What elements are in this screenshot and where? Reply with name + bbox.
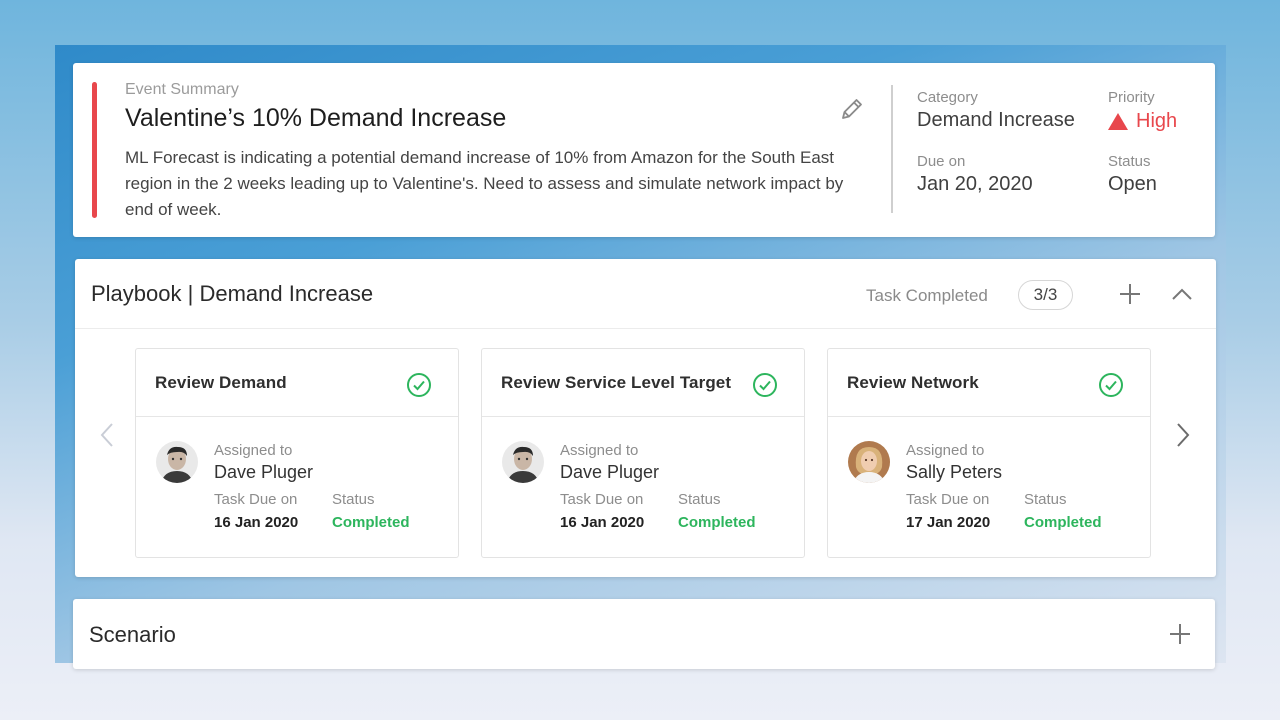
event-description: ML Forecast is indicating a potential de… xyxy=(125,148,844,219)
task-due-value: 17 Jan 2020 xyxy=(906,514,991,531)
plus-icon[interactable] xyxy=(1166,620,1194,648)
priority-label: Priority xyxy=(1108,89,1155,106)
event-summary-label: Event Summary xyxy=(125,81,239,98)
event-summary-card: Event Summary Valentine’s 10% Demand Inc… xyxy=(73,63,1215,237)
task-due-label: Task Due on xyxy=(906,491,990,508)
priority-value: High xyxy=(1108,110,1177,133)
task-title: Review Service Level Target xyxy=(501,373,732,392)
task-status-value: Completed xyxy=(678,514,756,531)
task-card-header: Review Demand xyxy=(136,349,458,417)
assignee-name: Dave Pluger xyxy=(214,462,314,482)
task-title: Review Network xyxy=(847,373,979,392)
assigned-to-label: Assigned to xyxy=(214,442,293,459)
task-card-review-network[interactable]: Review Network Assigned to Sally Peters … xyxy=(827,348,1151,558)
task-card-review-demand[interactable]: Review Demand Assigned to Dave Pluger Ta… xyxy=(135,348,459,558)
task-due-label: Task Due on xyxy=(214,491,298,508)
avatar xyxy=(848,441,890,483)
priority-accent-bar xyxy=(92,82,97,218)
due-label: Due on xyxy=(917,153,966,170)
category-label: Category xyxy=(917,89,978,106)
chevron-left-icon[interactable] xyxy=(95,420,119,450)
chevron-right-icon[interactable] xyxy=(1171,420,1195,450)
task-due-label: Task Due on xyxy=(560,491,644,508)
status-value: Open xyxy=(1108,173,1157,195)
scenario-title: Scenario xyxy=(89,622,176,647)
playbook-title: Playbook | Demand Increase xyxy=(91,281,374,306)
avatar xyxy=(502,441,544,483)
assigned-to-label: Assigned to xyxy=(906,442,985,459)
status-label: Status xyxy=(1108,153,1151,170)
check-circle-icon xyxy=(1098,372,1124,398)
plus-icon[interactable] xyxy=(1116,280,1144,308)
assignee-name: Dave Pluger xyxy=(560,462,660,482)
event-title: Valentine’s 10% Demand Increase xyxy=(125,104,507,132)
task-card-header: Review Network xyxy=(828,349,1150,417)
task-status-label: Status xyxy=(678,491,721,508)
scenario-card: Scenario xyxy=(73,599,1215,669)
assigned-to-label: Assigned to xyxy=(560,442,639,459)
task-card-review-service-level-target[interactable]: Review Service Level Target Assigned to … xyxy=(481,348,805,558)
warning-triangle-icon xyxy=(1108,113,1128,130)
task-completed-label: Task Completed xyxy=(866,286,988,305)
task-status-value: Completed xyxy=(332,514,410,531)
task-status-value: Completed xyxy=(1024,514,1102,531)
avatar xyxy=(156,441,198,483)
task-title: Review Demand xyxy=(155,373,287,392)
playbook-card: Playbook | Demand Increase Task Complete… xyxy=(75,259,1216,577)
vertical-divider xyxy=(891,85,893,213)
check-circle-icon xyxy=(406,372,432,398)
due-value: Jan 20, 2020 xyxy=(917,173,1033,195)
task-status-label: Status xyxy=(332,491,375,508)
task-card-header: Review Service Level Target xyxy=(482,349,804,417)
category-value: Demand Increase xyxy=(917,109,1075,131)
task-count-badge: 3/3 xyxy=(1018,280,1073,310)
playbook-header: Playbook | Demand Increase Task Complete… xyxy=(75,259,1216,329)
chevron-up-icon[interactable] xyxy=(1168,280,1196,308)
check-circle-icon xyxy=(752,372,778,398)
task-due-value: 16 Jan 2020 xyxy=(560,514,645,531)
assignee-name: Sally Peters xyxy=(906,462,1003,482)
priority-text: High xyxy=(1136,110,1178,132)
task-due-value: 16 Jan 2020 xyxy=(214,514,299,531)
pencil-icon[interactable] xyxy=(838,95,866,123)
task-status-label: Status xyxy=(1024,491,1067,508)
